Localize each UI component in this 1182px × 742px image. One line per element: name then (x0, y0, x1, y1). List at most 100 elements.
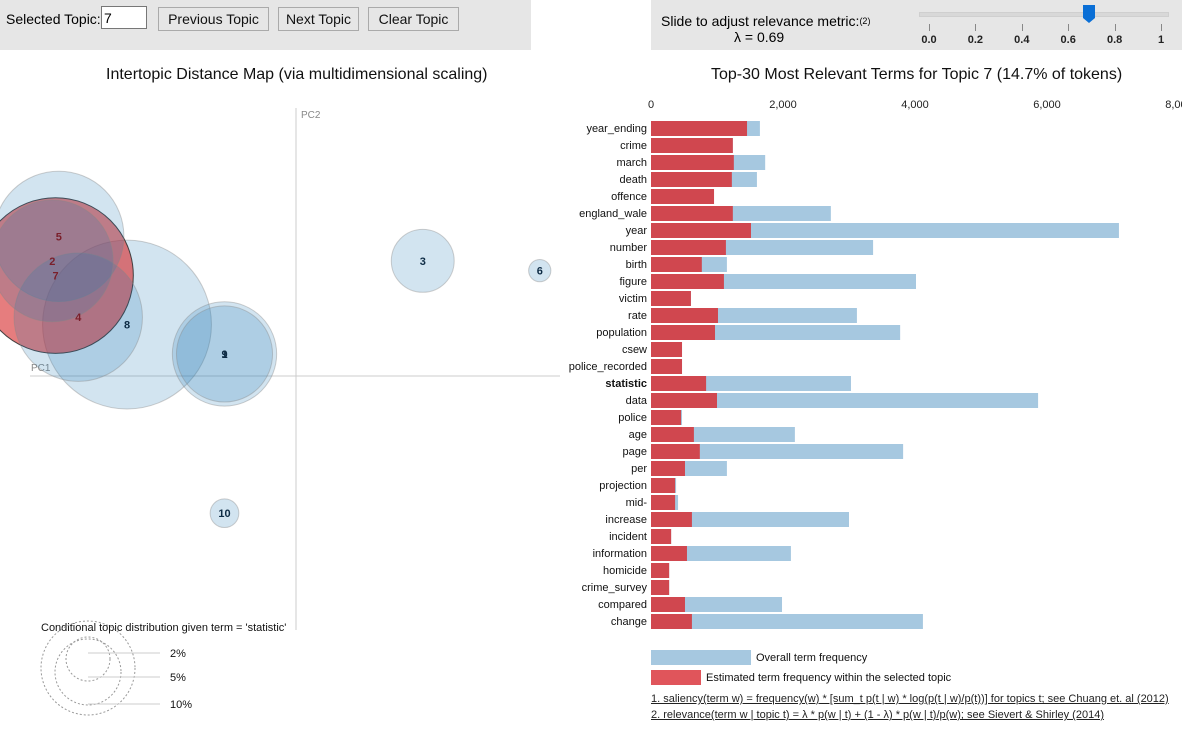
term-label[interactable]: police (618, 412, 647, 424)
topic-frequency-bar[interactable] (651, 444, 700, 459)
bar-row[interactable]: crime_survey (582, 580, 670, 595)
term-label[interactable]: march (616, 157, 647, 169)
term-label[interactable]: incident (609, 531, 647, 543)
topic-frequency-bar[interactable] (651, 614, 692, 629)
topic-frequency-bar[interactable] (651, 274, 724, 289)
topic-label-3[interactable]: 3 (420, 256, 426, 268)
term-label[interactable]: compared (598, 599, 647, 611)
topic-label-7[interactable]: 7 (52, 271, 58, 283)
topic-frequency-bar[interactable] (651, 563, 670, 578)
topic-frequency-bar[interactable] (651, 172, 732, 187)
bar-row[interactable]: police (618, 410, 683, 425)
previous-topic-button[interactable]: Previous Topic (158, 7, 269, 31)
bar-row[interactable]: statistic (605, 376, 851, 391)
topic-frequency-bar[interactable] (651, 240, 726, 255)
topic-label-9[interactable]: 9 (221, 349, 227, 361)
term-label[interactable]: page (623, 446, 647, 458)
topic-label-10[interactable]: 10 (218, 508, 230, 520)
topic-frequency-bar[interactable] (651, 121, 748, 136)
topic-frequency-bar[interactable] (651, 597, 685, 612)
term-label[interactable]: crime_survey (582, 582, 648, 594)
topic-frequency-bar[interactable] (651, 206, 733, 221)
saliency-footnote-link[interactable]: 1. saliency(term w) = frequency(w) * [su… (651, 693, 1169, 705)
topic-label-8[interactable]: 8 (124, 320, 130, 332)
topic-frequency-bar[interactable] (651, 189, 715, 204)
topic-frequency-bar[interactable] (651, 478, 676, 493)
topic-frequency-bar[interactable] (651, 580, 670, 595)
term-label[interactable]: victim (619, 293, 647, 305)
term-label[interactable]: age (629, 429, 647, 441)
term-label[interactable]: england_wale (579, 208, 647, 220)
bar-row[interactable]: age (629, 427, 795, 442)
bar-row[interactable]: crime (620, 138, 733, 153)
topic-frequency-bar[interactable] (651, 529, 672, 544)
topic-frequency-bar[interactable] (651, 495, 676, 510)
term-label[interactable]: death (619, 174, 647, 186)
topic-frequency-bar[interactable] (651, 427, 694, 442)
term-label[interactable]: number (610, 242, 648, 254)
topic-label-4[interactable]: 4 (75, 312, 82, 324)
bar-row[interactable]: information (593, 546, 791, 561)
topic-frequency-bar[interactable] (651, 257, 702, 272)
relevance-slider-track[interactable] (919, 12, 1169, 17)
topic-frequency-bar[interactable] (651, 155, 734, 170)
term-label[interactable]: projection (599, 480, 647, 492)
bar-row[interactable]: mid- (626, 495, 679, 510)
topic-label-6[interactable]: 6 (537, 266, 543, 278)
topic-frequency-bar[interactable] (651, 308, 718, 323)
bar-row[interactable]: offence (611, 189, 715, 204)
bar-row[interactable]: year_ending (586, 121, 760, 136)
bar-row[interactable]: compared (598, 597, 783, 612)
topic-frequency-bar[interactable] (651, 546, 687, 561)
topic-label-5[interactable]: 5 (56, 231, 62, 243)
term-label[interactable]: change (611, 616, 647, 628)
bar-row[interactable]: victim (619, 291, 691, 306)
topic-frequency-bar[interactable] (651, 393, 717, 408)
clear-topic-button[interactable]: Clear Topic (368, 7, 459, 31)
term-label[interactable]: information (593, 548, 647, 560)
term-label[interactable]: birth (626, 259, 647, 271)
topic-frequency-bar[interactable] (651, 376, 707, 391)
bar-row[interactable]: rate (628, 308, 857, 323)
bar-row[interactable]: police_recorded (569, 359, 683, 374)
bar-row[interactable]: march (616, 155, 766, 170)
bar-row[interactable]: incident (609, 529, 672, 544)
term-label[interactable]: year (626, 225, 648, 237)
term-label[interactable]: figure (619, 276, 647, 288)
relevance-slider-thumb[interactable] (1083, 5, 1096, 23)
term-label[interactable]: year_ending (586, 123, 647, 135)
relevance-footnote-link[interactable]: 2. relevance(term w | topic t) = λ * p(w… (651, 709, 1104, 721)
bar-row[interactable]: homicide (603, 563, 670, 578)
topic-frequency-bar[interactable] (651, 291, 691, 306)
term-label[interactable]: offence (611, 191, 647, 203)
term-label[interactable]: crime (620, 140, 647, 152)
topic-frequency-bar[interactable] (651, 359, 683, 374)
bar-row[interactable]: england_wale (579, 206, 831, 221)
term-label[interactable]: statistic (605, 378, 647, 390)
bar-row[interactable]: death (619, 172, 757, 187)
topic-frequency-bar[interactable] (651, 461, 685, 476)
term-label[interactable]: csew (622, 344, 647, 356)
next-topic-button[interactable]: Next Topic (278, 7, 359, 31)
term-label[interactable]: increase (605, 514, 647, 526)
bar-row[interactable]: projection (599, 478, 677, 493)
topic-frequency-bar[interactable] (651, 138, 733, 153)
term-label[interactable]: rate (628, 310, 647, 322)
bar-row[interactable]: data (626, 393, 1039, 408)
term-label[interactable]: homicide (603, 565, 647, 577)
bar-row[interactable]: per (631, 461, 727, 476)
topic-frequency-bar[interactable] (651, 342, 683, 357)
topic-label-2[interactable]: 2 (49, 256, 55, 268)
bar-row[interactable]: number (610, 240, 874, 255)
bar-row[interactable]: page (623, 444, 904, 459)
bar-row[interactable]: birth (626, 257, 727, 272)
bar-row[interactable]: change (611, 614, 923, 629)
bar-row[interactable]: year (626, 223, 1119, 238)
topic-bubble-2[interactable] (0, 199, 114, 323)
topic-frequency-bar[interactable] (651, 223, 751, 238)
bar-row[interactable]: csew (622, 342, 683, 357)
term-label[interactable]: police_recorded (569, 361, 647, 373)
term-label[interactable]: mid- (626, 497, 648, 509)
bar-row[interactable]: figure (619, 274, 916, 289)
bar-row[interactable]: increase (605, 512, 849, 527)
